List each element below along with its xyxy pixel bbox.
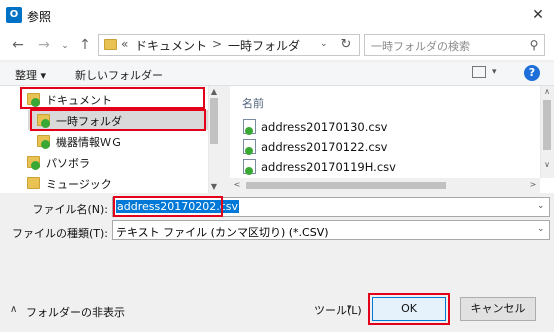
filetype-value: テキスト ファイル (カンマ区切り) (*.CSV) [116,226,329,239]
filetype-label: ファイルの種類(T): [11,227,108,240]
filename-label: ファイル名(N): [32,203,108,216]
window-title: 参照 [27,10,52,24]
tree-item-label: 機器情報ＷＧ [56,136,122,149]
chevron-up-icon: ∧ [10,304,18,315]
help-icon[interactable]: ? [524,65,540,81]
highlight-box [20,87,205,109]
filename-dropdown-icon[interactable]: ⌄ [537,201,545,211]
forward-arrow-icon[interactable]: → [34,35,54,55]
filetype-dropdown-icon[interactable]: ⌄ [537,224,545,234]
sync-check-icon [41,140,50,149]
scroll-left-arrow-icon[interactable]: < [232,180,242,189]
close-icon[interactable]: ✕ [528,5,548,25]
breadcrumb-separator: > [212,37,223,51]
column-header-name[interactable]: 名前 [242,95,264,111]
scroll-thumb[interactable] [246,182,446,189]
hide-folders-label: フォルダーの非表示 [26,306,125,319]
scroll-thumb[interactable] [210,98,218,144]
search-icon[interactable]: ⚲ [526,37,542,53]
highlight-box [113,196,223,217]
scroll-right-arrow-icon[interactable]: > [528,180,538,189]
refresh-icon[interactable]: ↻ [336,36,356,54]
view-dropdown-icon[interactable]: ▾ [492,67,497,77]
breadcrumb-documents[interactable]: ドキュメント [135,37,207,54]
scroll-down-arrow-icon[interactable]: ∨ [540,160,554,169]
folder-icon [27,177,40,189]
new-folder-button[interactable]: 新しいフォルダー [75,67,163,83]
breadcrumb-temp-folder[interactable]: 一時フォルダ [228,37,300,54]
recent-locations-chevron-icon[interactable]: ⌄ [58,36,72,56]
tools-dropdown-icon[interactable]: ▾ [347,303,352,313]
sync-check-icon [245,147,253,155]
scroll-thumb[interactable] [543,100,551,150]
sync-check-icon [245,127,253,135]
tools-button[interactable]: ツール(L) [314,302,362,318]
outlook-icon: O [6,7,22,23]
breadcrumb-overflow[interactable]: « [121,37,128,51]
up-arrow-icon[interactable]: ↑ [76,35,94,55]
back-arrow-icon[interactable]: ← [8,35,28,55]
file-name: address20170122.csv [261,140,388,154]
tree-item-label: パソボラ [46,157,90,170]
title-bar [0,0,554,30]
scroll-up-arrow-icon[interactable]: ▲ [208,87,220,96]
highlight-box [30,109,206,131]
scroll-up-arrow-icon[interactable]: ∧ [540,87,554,96]
scroll-down-arrow-icon[interactable]: ▼ [208,182,220,191]
search-placeholder: 一時フォルダの検索 [371,40,470,53]
sync-check-icon [245,167,253,175]
sync-check-icon [31,161,40,170]
file-name: address20170119H.csv [261,160,396,174]
address-dropdown-icon[interactable]: ⌄ [320,39,328,49]
view-options-icon[interactable] [472,66,486,78]
folder-icon [104,39,117,50]
cancel-button[interactable]: キャンセル [460,297,536,321]
organize-button[interactable]: 整理 ▾ [15,67,46,83]
highlight-box [368,293,450,325]
file-name: address20170130.csv [261,120,388,134]
tree-item-label: ミュージック [46,178,112,191]
